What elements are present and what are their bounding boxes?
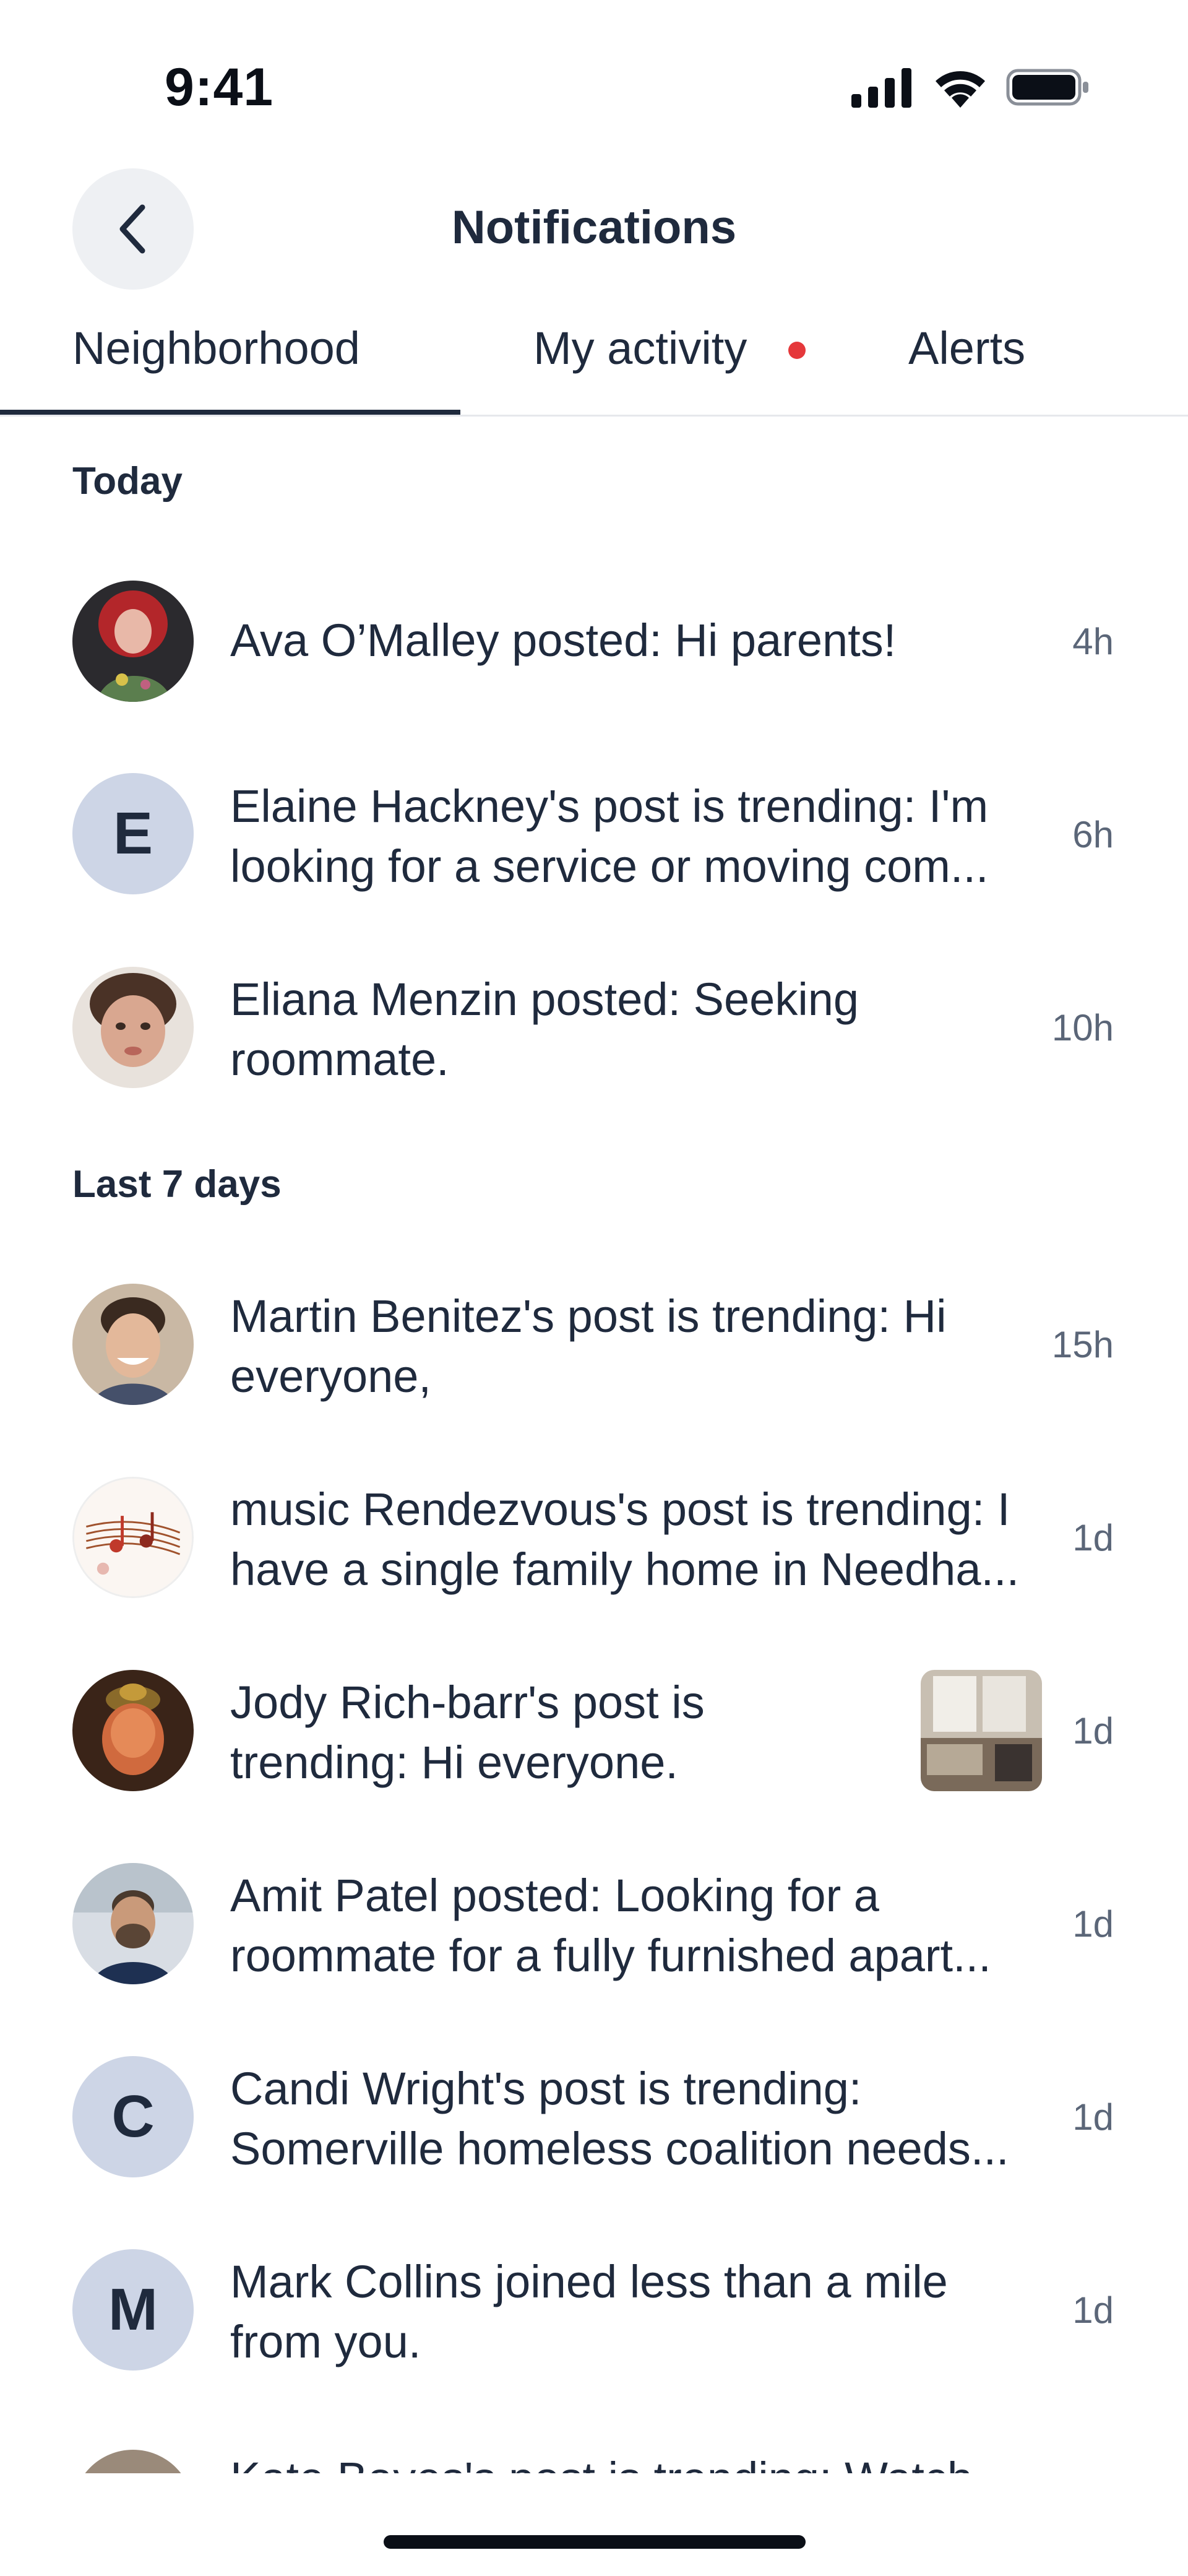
tab-alerts[interactable]: Alerts [908, 322, 1025, 374]
section-label-today: Today [72, 460, 183, 503]
avatar [72, 1863, 194, 1984]
tab-divider [0, 415, 1188, 417]
avatar [72, 1670, 194, 1791]
notification-time: 6h [1072, 814, 1114, 855]
avatar-photo [72, 581, 194, 702]
avatar: M [72, 2249, 194, 2371]
notification-text: Ava O’Malley posted: Hi parents! [230, 615, 897, 666]
notification-text: Mark Collins joined less than a mile fro… [230, 2256, 948, 2367]
notification-row[interactable]: Eliana Menzin posted: Seeking roommate. … [0, 949, 1188, 1104]
avatar [72, 1477, 194, 1598]
notification-time: 10h [1051, 1007, 1114, 1048]
notification-time: 1d [1072, 2289, 1114, 2331]
notification-row-partial[interactable]: Kate Bayes's post is trending: Watch [0, 2441, 1188, 2473]
notification-text: Kate Bayes's post is trending: Watch [230, 2452, 973, 2473]
avatar: C [72, 2056, 194, 2177]
notification-row[interactable]: music Rendezvous's post is trending: I h… [0, 1459, 1188, 1614]
wifi-icon [936, 71, 985, 108]
notification-text: Elaine Hackney's post is trending: I'm l… [230, 780, 989, 892]
section-label-last-7-days: Last 7 days [72, 1163, 282, 1206]
notification-time: 15h [1051, 1324, 1114, 1365]
notification-row[interactable]: Martin Benitez's post is trending: Hi ev… [0, 1266, 1188, 1421]
notification-time: 4h [1072, 621, 1114, 662]
avatar-photo [72, 1670, 194, 1791]
notification-time: 1d [1072, 1517, 1114, 1558]
notification-text: music Rendezvous's post is trending: I h… [230, 1484, 1020, 1595]
notification-text: Jody Rich-barr's post is trending: Hi ev… [230, 1677, 705, 1788]
avatar [72, 2450, 194, 2473]
notification-row[interactable]: Ava O’Malley posted: Hi parents! 4h [0, 563, 1188, 718]
tab-selected-indicator [0, 410, 460, 415]
notifications-screen: 9:41 Notifications Neighborhood My activ… [0, 0, 1188, 2576]
avatar [72, 967, 194, 1088]
page-title: Notifications [451, 201, 737, 254]
notification-text: Candi Wright's post is trending: Somervi… [230, 2063, 1009, 2174]
notification-row[interactable]: M Mark Collins joined less than a mile f… [0, 2232, 1188, 2387]
music-notes-icon [74, 1479, 192, 1596]
notification-time: 1d [1072, 1710, 1114, 1752]
notification-row[interactable]: Jody Rich-barr's post is trending: Hi ev… [0, 1653, 1188, 1807]
home-indicator [384, 2535, 806, 2549]
avatar-photo [72, 1284, 194, 1405]
avatar-photo [72, 967, 194, 1088]
status-time: 9:41 [165, 58, 274, 117]
post-thumbnail[interactable] [921, 1670, 1042, 1791]
tab-my-activity[interactable]: My activity [533, 322, 747, 374]
notification-text: Amit Patel posted: Looking for a roommat… [230, 1870, 991, 1981]
notification-row[interactable]: Amit Patel posted: Looking for a roommat… [0, 1846, 1188, 2000]
avatar [72, 1284, 194, 1405]
notification-text: Eliana Menzin posted: Seeking roommate. [230, 974, 859, 1085]
notification-time: 1d [1072, 2096, 1114, 2138]
avatar-photo [72, 1863, 194, 1984]
tab-neighborhood[interactable]: Neighborhood [72, 322, 360, 374]
notification-row[interactable]: E Elaine Hackney's post is trending: I'm… [0, 756, 1188, 911]
unread-dot [788, 342, 806, 359]
cellular-signal-icon [851, 68, 911, 108]
avatar: E [72, 773, 194, 894]
notification-text: Martin Benitez's post is trending: Hi ev… [230, 1290, 947, 1402]
status-bar: 9:41 [0, 0, 1188, 149]
battery-icon [1006, 69, 1088, 106]
notification-time: 1d [1072, 1903, 1114, 1945]
kitchen-photo-image [921, 1670, 1042, 1791]
notification-row[interactable]: C Candi Wright's post is trending: Somer… [0, 2039, 1188, 2193]
avatar [72, 581, 194, 702]
